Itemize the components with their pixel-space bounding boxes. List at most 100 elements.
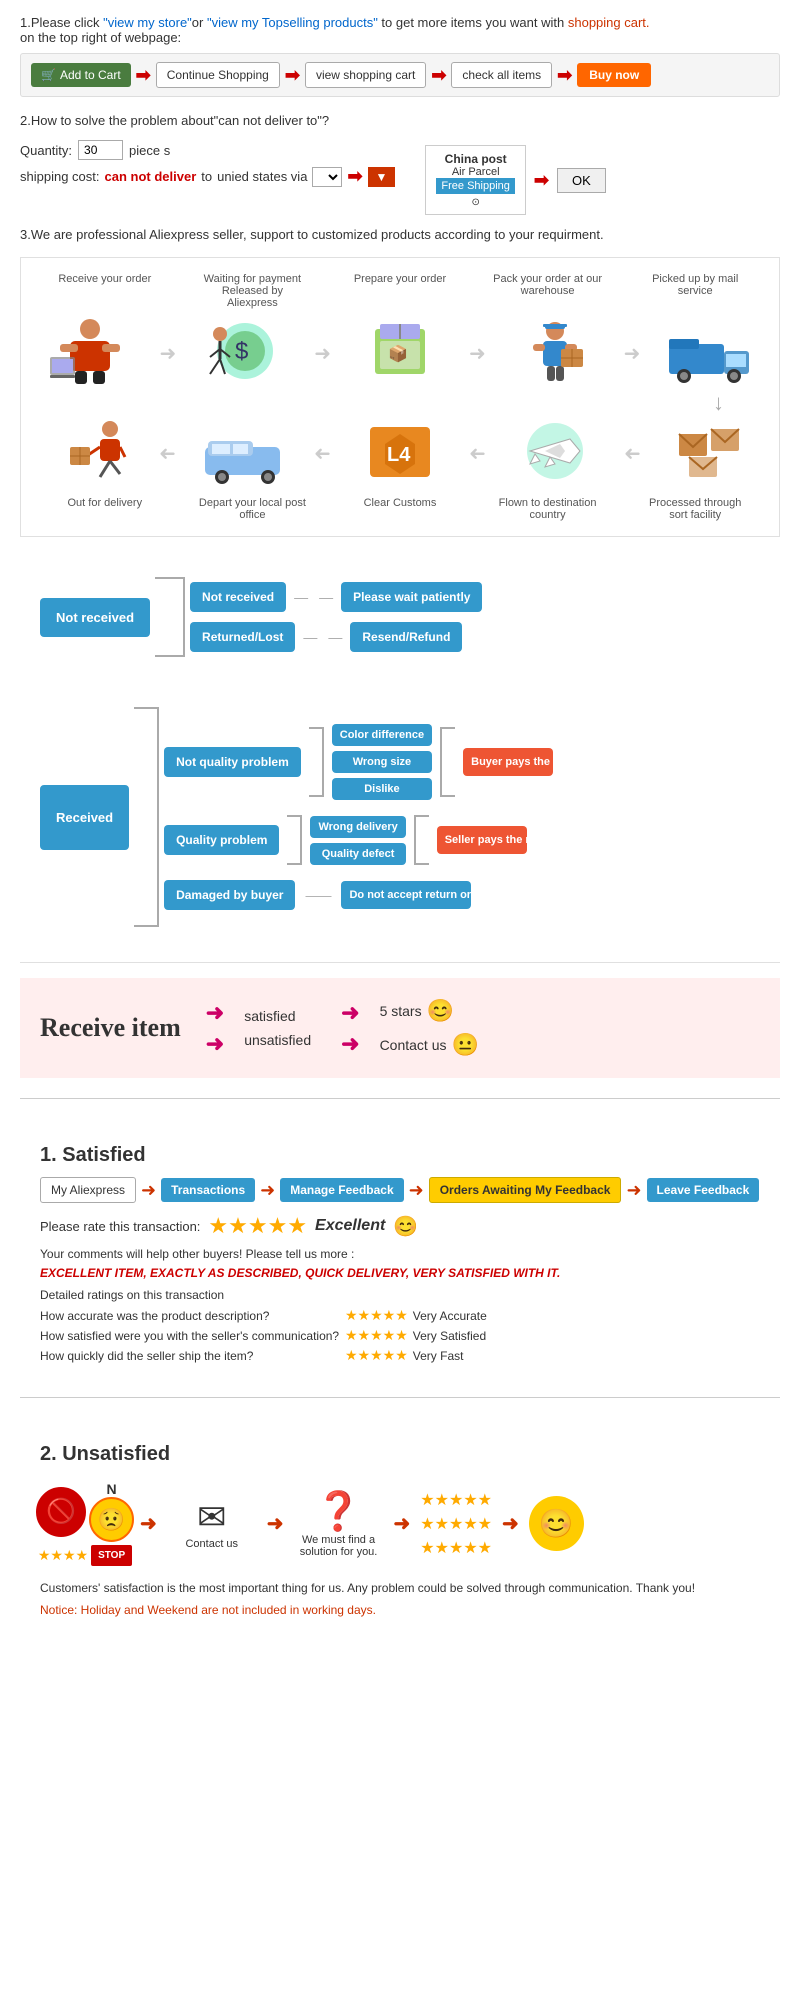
view-topselling-link[interactable]: "view my Topselling products" (207, 15, 378, 30)
flow-icon-plane (505, 419, 605, 487)
add-to-cart-btn[interactable]: 🛒 Add to Cart (31, 63, 131, 87)
rate-text: Please rate this transaction: (40, 1219, 200, 1234)
svg-text:📦: 📦 (388, 344, 408, 363)
satisfied-section: 1. Satisfied My Aliexpress ➜ Transaction… (20, 1119, 780, 1377)
flow-icon-person (40, 319, 140, 387)
flow-icon-prepare: 📦 (350, 319, 450, 387)
notice-text: Customers' satisfaction is the most impo… (40, 1581, 760, 1595)
unsat-arrow-3: ➜ (394, 1511, 411, 1536)
stop-sign: STOP (91, 1545, 132, 1566)
section1-text: 1.Please click "view my store"or "view m… (20, 15, 780, 30)
happy-face-large: 😊 (529, 1496, 584, 1551)
flow-diagram: Receive your order Waiting for payment R… (20, 257, 780, 537)
flow-arrow-2: ➜ (314, 341, 331, 366)
unsatisfied-title: 2. Unsatisfied (40, 1443, 760, 1466)
view-store-link[interactable]: "view my store" (103, 15, 192, 30)
detail-row-2: How quickly did the seller ship the item… (40, 1347, 760, 1364)
flow-arrow-1: ➜ (159, 341, 176, 366)
unsat-arrow-2: ➜ (267, 1511, 284, 1536)
flow-label-bottom-2: Clear Customs (345, 497, 455, 521)
flow-arrow-8: ➜ (624, 441, 641, 466)
orders-awaiting-btn[interactable]: Orders Awaiting My Feedback (429, 1177, 622, 1203)
section-1: 1.Please click "view my store"or "view m… (20, 15, 780, 97)
not-quality-box: Not quality problem (164, 747, 301, 777)
flow-icon-customs: L4 (350, 419, 450, 487)
not-received-outcome1: Please wait patiently (341, 582, 482, 612)
smiley-excellent: 😊 (393, 1214, 418, 1239)
view-cart-btn[interactable]: view shopping cart (305, 62, 426, 88)
continue-shopping-btn[interactable]: Continue Shopping (156, 62, 280, 88)
dislike-box: Dislike (332, 778, 432, 800)
bottom-stars: ★★★★ (38, 1547, 88, 1564)
flow-arrow-4: ➜ (624, 341, 641, 366)
rate-row: Please rate this transaction: ★★★★★ Exce… (40, 1213, 760, 1239)
five-stars-label: 5 stars (380, 1003, 422, 1019)
section2-left: Quantity: piece s shipping cost: can not… (20, 140, 395, 187)
satisfied-label: satisfied (244, 1008, 311, 1024)
flow-label-bottom-3: Flown to destination country (493, 497, 603, 521)
unsat-stars-group: ★★★★★ ★★★★★ ★★★★★ (420, 1490, 492, 1558)
flow-label-bottom-0: Out for delivery (50, 497, 160, 521)
cart-flow: 🛒 Add to Cart ➡ Continue Shopping ➡ view… (20, 53, 780, 97)
smiley-neutral-1: 😐 (452, 1032, 479, 1058)
received-main: Received (40, 785, 129, 850)
section2-title: 2.How to solve the problem about"can not… (20, 109, 780, 132)
star-row-3: ★★★★★ (420, 1538, 492, 1558)
arrow-1: ➡ (136, 65, 151, 86)
unsatisfied-section: 2. Unsatisfied 🚫 N 😟 ★★★★ STOP (20, 1418, 780, 1627)
quality-defect-box: Quality defect (310, 843, 405, 865)
shipping-label: shipping cost: (20, 169, 100, 184)
china-post-line2: Air Parcel (436, 166, 515, 178)
my-aliexpress-btn[interactable]: My Aliexpress (40, 1177, 136, 1203)
unsat-arrow-4: ➜ (502, 1511, 519, 1536)
arrow-5: ➡ (534, 170, 549, 191)
seller-pays-box: Seller pays the return shipping fee (437, 826, 527, 854)
section3-text: 3.We are professional Aliexpress seller,… (20, 227, 780, 242)
flow-label-bottom-4: Processed through sort facility (640, 497, 750, 521)
smiley-happy-1: 😊 (427, 998, 454, 1024)
detail-row-1: How satisfied were you with the seller's… (40, 1327, 760, 1344)
section1-text2: on the top right of webpage: (20, 30, 780, 45)
quantity-input[interactable] (78, 140, 123, 160)
color-diff-box: Color difference (332, 724, 432, 746)
cart-icon: 🛒 (41, 68, 56, 82)
no-return-box: Do not accept return or exchange (341, 881, 471, 909)
section-3: 3.We are professional Aliexpress seller,… (20, 227, 780, 242)
satisfied-title: 1. Satisfied (40, 1144, 760, 1167)
state-dropdown[interactable] (312, 167, 342, 187)
comment-text: Your comments will help other buyers! Pl… (40, 1247, 760, 1261)
contact-us-label: Contact us (380, 1037, 447, 1053)
red-arrow-dropdown: ➡ (347, 166, 362, 187)
transactions-btn[interactable]: Transactions (161, 1178, 255, 1202)
expand-arrow[interactable]: ▼ (368, 167, 396, 187)
pink-section: Receive item ➜ ➜ satisfied unsatisfied ➜… (20, 978, 780, 1078)
buyer-pays-box: Buyer pays the return shipping fee (463, 748, 553, 776)
email-group: ✉ Contact us (167, 1498, 257, 1550)
stars-display: ★★★★★ (208, 1213, 307, 1239)
flow-label-1: Waiting for payment Released by Aliexpre… (197, 273, 307, 309)
manage-feedback-btn[interactable]: Manage Feedback (280, 1178, 403, 1202)
flow-icon-delivery (40, 419, 140, 487)
flow-icon-money: $ (195, 319, 295, 387)
email-icon: ✉ (167, 1498, 257, 1538)
buy-now-btn[interactable]: Buy now (577, 63, 651, 87)
quality-problem-box: Quality problem (164, 825, 279, 855)
excellent-label: Excellent (315, 1217, 385, 1235)
detail-row-0: How accurate was the product description… (40, 1307, 760, 1324)
damaged-box: Damaged by buyer (164, 880, 295, 910)
china-post-line1: China post (436, 152, 515, 166)
via-text: unied states via (217, 169, 307, 184)
fb-arrow-2: ➜ (260, 1180, 275, 1201)
wrong-delivery-box: Wrong delivery (310, 816, 405, 838)
flow-arrow-7: ➜ (469, 441, 486, 466)
shopping-cart-label: shopping cart. (568, 15, 650, 30)
svg-text:L4: L4 (387, 444, 411, 466)
ok-button[interactable]: OK (557, 168, 606, 193)
free-shipping-badge: Free Shipping (436, 178, 515, 194)
flow-label-4: Picked up by mail service (640, 273, 750, 309)
leave-feedback-btn[interactable]: Leave Feedback (647, 1178, 760, 1202)
check-all-btn[interactable]: check all items (451, 62, 552, 88)
section2-right: China post Air Parcel Free Shipping ⊙ ➡ … (415, 145, 605, 215)
unsat-flow: 🚫 N 😟 ★★★★ STOP ➜ ✉ Contact us (40, 1481, 760, 1566)
question-group: ❓ We must find a solution for you. (294, 1490, 384, 1558)
